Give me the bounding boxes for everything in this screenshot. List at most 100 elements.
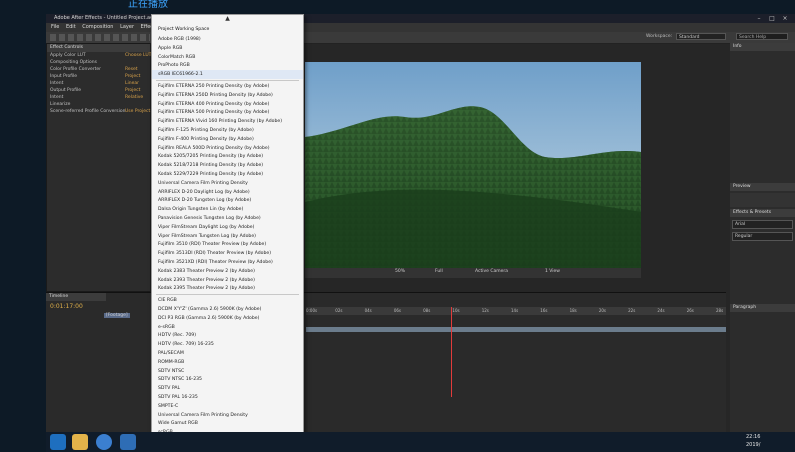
- effect-row-value[interactable]: Linear: [125, 80, 139, 87]
- style-select[interactable]: Regular: [732, 232, 793, 241]
- dropdown-item[interactable]: ARRIFLEX D-20 Daylight Log (by Adobe): [152, 188, 303, 197]
- effect-row-label: Color Profile Converter: [50, 67, 102, 72]
- dropdown-item[interactable]: Universal Camera Film Printing Density: [152, 411, 303, 420]
- maximize-icon[interactable]: □: [766, 14, 778, 23]
- effect-row[interactable]: Output Profile Project: [47, 87, 150, 94]
- dropdown-item[interactable]: SDTV PAL 16-235: [152, 393, 303, 402]
- dropdown-item[interactable]: ProPhoto RGB: [152, 61, 303, 70]
- dropdown-header-item[interactable]: Project Working Space: [152, 25, 303, 34]
- dropdown-item[interactable]: DCDM X'Y'Z' (Gamma 2.6) 5900K (by Adobe): [152, 305, 303, 314]
- dropdown-item[interactable]: Universal Camera Film Printing Density: [152, 179, 303, 188]
- dropdown-item[interactable]: Fujifilm ETERNA 250 Printing Density (by…: [152, 82, 303, 91]
- view-select[interactable]: 1 View: [545, 269, 560, 274]
- dropdown-item[interactable]: SDTV NTSC: [152, 367, 303, 376]
- dropdown-item[interactable]: ROMM-RGB: [152, 358, 303, 367]
- paragraph-tab[interactable]: Paragraph: [730, 304, 795, 312]
- workspace-select[interactable]: Standard: [676, 33, 726, 40]
- menu-file[interactable]: File: [51, 23, 59, 32]
- dropdown-item[interactable]: Fujifilm ETERNA Vivid 160 Printing Densi…: [152, 117, 303, 126]
- scroll-up-icon[interactable]: ▲: [152, 15, 303, 23]
- clock-date[interactable]: 2019/: [746, 442, 760, 449]
- time-ruler[interactable]: 0:00s 02s 04s 06s 08s 10s 12s 14s 16s 18s 20s 22s 24…: [306, 307, 726, 315]
- resolution-select[interactable]: Full: [435, 269, 443, 274]
- dropdown-item[interactable]: sRGB IEC61966-2.1: [152, 70, 303, 80]
- working-space-dropdown: ▲ Project Working Space Adobe RGB (1998)…: [151, 14, 304, 446]
- dropdown-item[interactable]: Fujifilm 3521XD (RDI) Theater Preview (b…: [152, 258, 303, 267]
- dropdown-item[interactable]: Viper FilmStream Daylight Log (by Adobe): [152, 223, 303, 232]
- dropdown-item[interactable]: ARRIFLEX D-20 Tungsten Log (by Adobe): [152, 196, 303, 205]
- tool-icons[interactable]: [50, 34, 150, 41]
- dropdown-item[interactable]: HDTV (Rec. 709) 16-235: [152, 340, 303, 349]
- dropdown-item[interactable]: SDTV NTSC 16-235: [152, 375, 303, 384]
- effect-row[interactable]: Intent Linear: [47, 80, 150, 87]
- dropdown-item[interactable]: DCI P3 RGB (Gamma 2.6) 5900K (by Adobe): [152, 314, 303, 323]
- preview-tab[interactable]: Preview: [730, 183, 795, 191]
- effect-row[interactable]: Intent Relative: [47, 94, 150, 101]
- composition-viewer[interactable]: [305, 62, 641, 268]
- effect-controls-tab[interactable]: Effect Controls: [47, 44, 150, 52]
- zoom-select[interactable]: 50%: [395, 269, 405, 274]
- dropdown-item[interactable]: CIE RGB: [152, 296, 303, 305]
- dropdown-item[interactable]: Fujifilm REALA 500D Printing Density (by…: [152, 144, 303, 153]
- dropdown-item[interactable]: Fujifilm F-125 Printing Density (by Adob…: [152, 126, 303, 135]
- minimize-icon[interactable]: –: [753, 14, 765, 23]
- dropdown-item[interactable]: Viper FilmStream Tungsten Log (by Adobe): [152, 232, 303, 241]
- dropdown-item[interactable]: Kodak 5205/7205 Printing Density (by Ado…: [152, 152, 303, 161]
- search-help-input[interactable]: Search Help: [736, 33, 788, 40]
- dropdown-item[interactable]: Fujifilm F-400 Printing Density (by Adob…: [152, 135, 303, 144]
- effects-presets-tab[interactable]: Effects & Presets: [730, 209, 795, 217]
- dropdown-item[interactable]: Panavision Genesis Tungsten Log (by Adob…: [152, 214, 303, 223]
- browser-icon[interactable]: [96, 434, 112, 450]
- effect-row[interactable]: Linearize: [47, 101, 150, 108]
- menu-edit[interactable]: Edit: [66, 23, 76, 32]
- dropdown-item[interactable]: Kodak 2393 Theater Preview 2 (by Adobe): [152, 276, 303, 285]
- playhead[interactable]: [451, 307, 452, 397]
- dropdown-item[interactable]: Fujifilm 3513DI (RDI) Theater Preview (b…: [152, 249, 303, 258]
- effect-row[interactable]: Color Profile Converter Reset: [47, 66, 150, 73]
- effect-row[interactable]: Scene-referred Profile Conversion Use Pro…: [47, 108, 150, 115]
- effect-row-value[interactable]: Project: [125, 73, 140, 80]
- close-icon[interactable]: ×: [779, 14, 791, 23]
- effect-row[interactable]: Input Profile Project: [47, 73, 150, 80]
- effect-row-value[interactable]: Project: [125, 87, 140, 94]
- dropdown-item[interactable]: Kodak 5229/7229 Printing Density (by Ado…: [152, 170, 303, 179]
- dropdown-item[interactable]: SMPTE-C: [152, 402, 303, 411]
- explorer-icon[interactable]: [72, 434, 88, 450]
- dropdown-item[interactable]: SDTV PAL: [152, 384, 303, 393]
- layer-bar[interactable]: [306, 327, 726, 332]
- preview-controls[interactable]: [730, 193, 795, 207]
- effect-row-value[interactable]: Use Project: [125, 108, 150, 115]
- effect-row-value[interactable]: Choose LUT: [125, 52, 151, 59]
- dropdown-item[interactable]: Kodak 5218/7218 Printing Density (by Ado…: [152, 161, 303, 170]
- dropdown-item[interactable]: Kodak 2383 Theater Preview 2 (by Adobe): [152, 267, 303, 276]
- dropdown-item[interactable]: e-sRGB: [152, 323, 303, 332]
- effect-row[interactable]: Apply Color LUT Choose LUT: [47, 52, 151, 59]
- dropdown-item[interactable]: Fujifilm 3510 (RDI) Theater Preview (by …: [152, 240, 303, 249]
- dropdown-item[interactable]: Adobe RGB (1998): [152, 35, 303, 44]
- timecode[interactable]: 0:01:17:00: [50, 303, 83, 310]
- clock-time[interactable]: 22:16: [746, 434, 760, 441]
- menu-composition[interactable]: Composition: [82, 23, 113, 32]
- dropdown-item[interactable]: ColorMatch RGB: [152, 53, 303, 62]
- effect-row-value[interactable]: Relative: [125, 94, 143, 101]
- dropdown-item[interactable]: Kodak 2395 Theater Preview 2 (by Adobe): [152, 284, 303, 293]
- layer-name[interactable]: [Footage]: [104, 313, 130, 318]
- dropdown-item[interactable]: Wide Gamut RGB: [152, 419, 303, 428]
- menu-layer[interactable]: Layer: [120, 23, 134, 32]
- effect-row-value[interactable]: Reset: [125, 66, 138, 73]
- info-tab[interactable]: Info: [730, 43, 795, 51]
- dropdown-item[interactable]: HDTV (Rec. 709): [152, 331, 303, 340]
- dropdown-item[interactable]: Dalsa Origin Tungsten Lin (by Adobe): [152, 205, 303, 214]
- dropdown-item[interactable]: PAL/SECAM: [152, 349, 303, 358]
- start-icon[interactable]: [50, 434, 66, 450]
- font-select[interactable]: Arial: [732, 220, 793, 229]
- camera-select[interactable]: Active Camera: [475, 269, 508, 274]
- dropdown-item[interactable]: Fujifilm ETERNA 400 Printing Density (by…: [152, 100, 303, 109]
- dropdown-item[interactable]: Fujifilm ETERNA 500 Printing Density (by…: [152, 108, 303, 117]
- dropdown-item[interactable]: Fujifilm ETERNA 250D Printing Density (b…: [152, 91, 303, 100]
- dropdown-item[interactable]: Apple RGB: [152, 44, 303, 53]
- app-icon[interactable]: [120, 434, 136, 450]
- timeline-tab[interactable]: Timeline: [46, 293, 106, 301]
- ruler-tick: 10s: [452, 308, 460, 313]
- effect-row[interactable]: Compositing Options: [47, 59, 150, 66]
